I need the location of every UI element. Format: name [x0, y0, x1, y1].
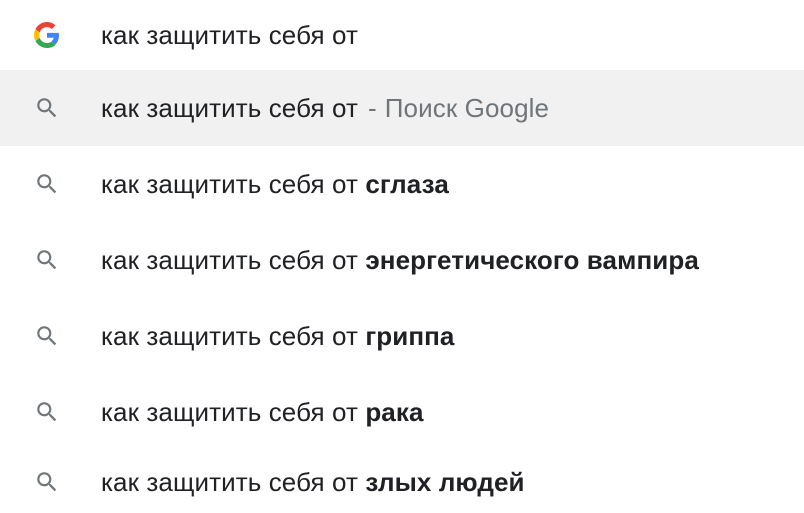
suggestion-prefix: как защитить себя от — [101, 169, 358, 199]
suggestion-completion: гриппа — [365, 321, 455, 351]
search-query-text[interactable]: как защитить себя от — [101, 20, 358, 50]
suggestion-prefix: как защитить себя от — [101, 93, 358, 123]
suggestion-prefix: как защитить себя от — [101, 245, 358, 275]
suggestion-provider: Поиск Google — [384, 93, 550, 123]
search-icon — [33, 322, 61, 350]
suggestion-completion: злых людей — [365, 466, 525, 497]
google-g-icon — [33, 21, 61, 49]
suggestion-completion: сглаза — [365, 169, 449, 199]
suggestion-prefix: как защитить себя от — [101, 397, 358, 427]
suggestion-separator: - — [368, 93, 377, 123]
suggestion-text: как защитить себя от рака — [101, 397, 424, 427]
search-icon — [33, 170, 61, 198]
suggestion-text: как защитить себя от сглаза — [101, 169, 449, 199]
search-icon — [33, 468, 61, 496]
search-icon — [33, 94, 61, 122]
search-suggestions-dropdown: как защитить себя от как защитить себя о… — [0, 0, 804, 513]
search-icon — [33, 398, 61, 426]
search-input-row[interactable]: как защитить себя от — [0, 0, 804, 70]
suggestion-item[interactable]: как защитить себя от гриппа — [0, 298, 804, 374]
suggestion-item[interactable]: как защитить себя от энергетического вам… — [0, 222, 804, 298]
suggestion-text: как защитить себя от гриппа — [101, 321, 455, 351]
suggestion-item[interactable]: как защитить себя от рака — [0, 374, 804, 450]
suggestion-item[interactable]: как защитить себя от злых людей — [0, 450, 804, 513]
suggestion-text: как защитить себя от энергетического вам… — [101, 245, 699, 275]
suggestion-text: как защитить себя от - Поиск Google — [101, 93, 549, 123]
suggestion-text: как защитить себя от злых людей — [101, 467, 525, 497]
search-icon — [33, 246, 61, 274]
suggestion-item[interactable]: как защитить себя от сглаза — [0, 146, 804, 222]
suggestion-prefix: как защитить себя от — [101, 321, 358, 351]
suggestion-item[interactable]: как защитить себя от - Поиск Google — [0, 70, 804, 146]
suggestion-completion: рака — [365, 397, 424, 427]
suggestion-prefix: как защитить себя от — [101, 466, 358, 497]
suggestion-completion: энергетического вампира — [365, 245, 699, 275]
